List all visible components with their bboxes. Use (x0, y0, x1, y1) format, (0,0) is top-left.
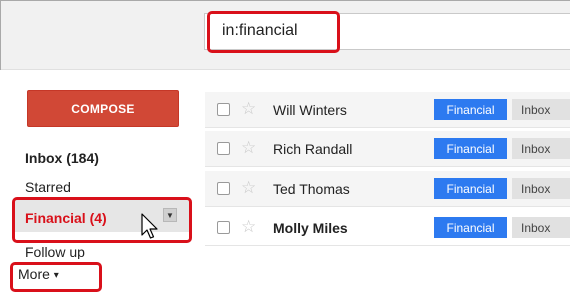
email-row[interactable]: ☆ Rich Randall Financial Inbox (205, 131, 570, 167)
label-financial-badge[interactable]: Financial (434, 178, 507, 199)
label-inbox-badge[interactable]: Inbox (512, 99, 570, 120)
label-financial-badge[interactable]: Financial (434, 99, 507, 120)
email-row[interactable]: ☆ Ted Thomas Financial Inbox (205, 171, 570, 207)
label-inbox-badge[interactable]: Inbox (512, 138, 570, 159)
more-highlight-box (10, 262, 102, 292)
search-highlight-box (207, 11, 340, 53)
star-icon[interactable]: ☆ (241, 218, 256, 236)
star-icon[interactable]: ☆ (241, 179, 256, 197)
financial-highlight-box (12, 197, 192, 243)
label-financial-badge[interactable]: Financial (434, 138, 507, 159)
email-sender: Molly Miles (273, 220, 348, 236)
row-checkbox[interactable] (217, 221, 230, 234)
nav-item-follow-up[interactable]: Follow up (25, 245, 115, 259)
email-sender: Will Winters (273, 102, 347, 118)
mouse-pointer-icon (141, 213, 158, 239)
email-sender: Ted Thomas (273, 181, 350, 197)
email-row[interactable]: ☆ Molly Miles Financial Inbox (205, 210, 570, 246)
compose-button[interactable]: COMPOSE (27, 90, 179, 127)
label-inbox-badge[interactable]: Inbox (512, 217, 570, 238)
row-checkbox[interactable] (217, 182, 230, 195)
nav-item-inbox[interactable]: Inbox (184) (25, 150, 99, 166)
row-checkbox[interactable] (217, 103, 230, 116)
star-icon[interactable]: ☆ (241, 139, 256, 157)
row-checkbox[interactable] (217, 142, 230, 155)
label-financial-badge[interactable]: Financial (434, 217, 507, 238)
nav-item-starred[interactable]: Starred (25, 179, 71, 195)
email-row[interactable]: ☆ Will Winters Financial Inbox (205, 92, 570, 128)
label-inbox-badge[interactable]: Inbox (512, 178, 570, 199)
star-icon[interactable]: ☆ (241, 100, 256, 118)
email-sender: Rich Randall (273, 141, 353, 157)
